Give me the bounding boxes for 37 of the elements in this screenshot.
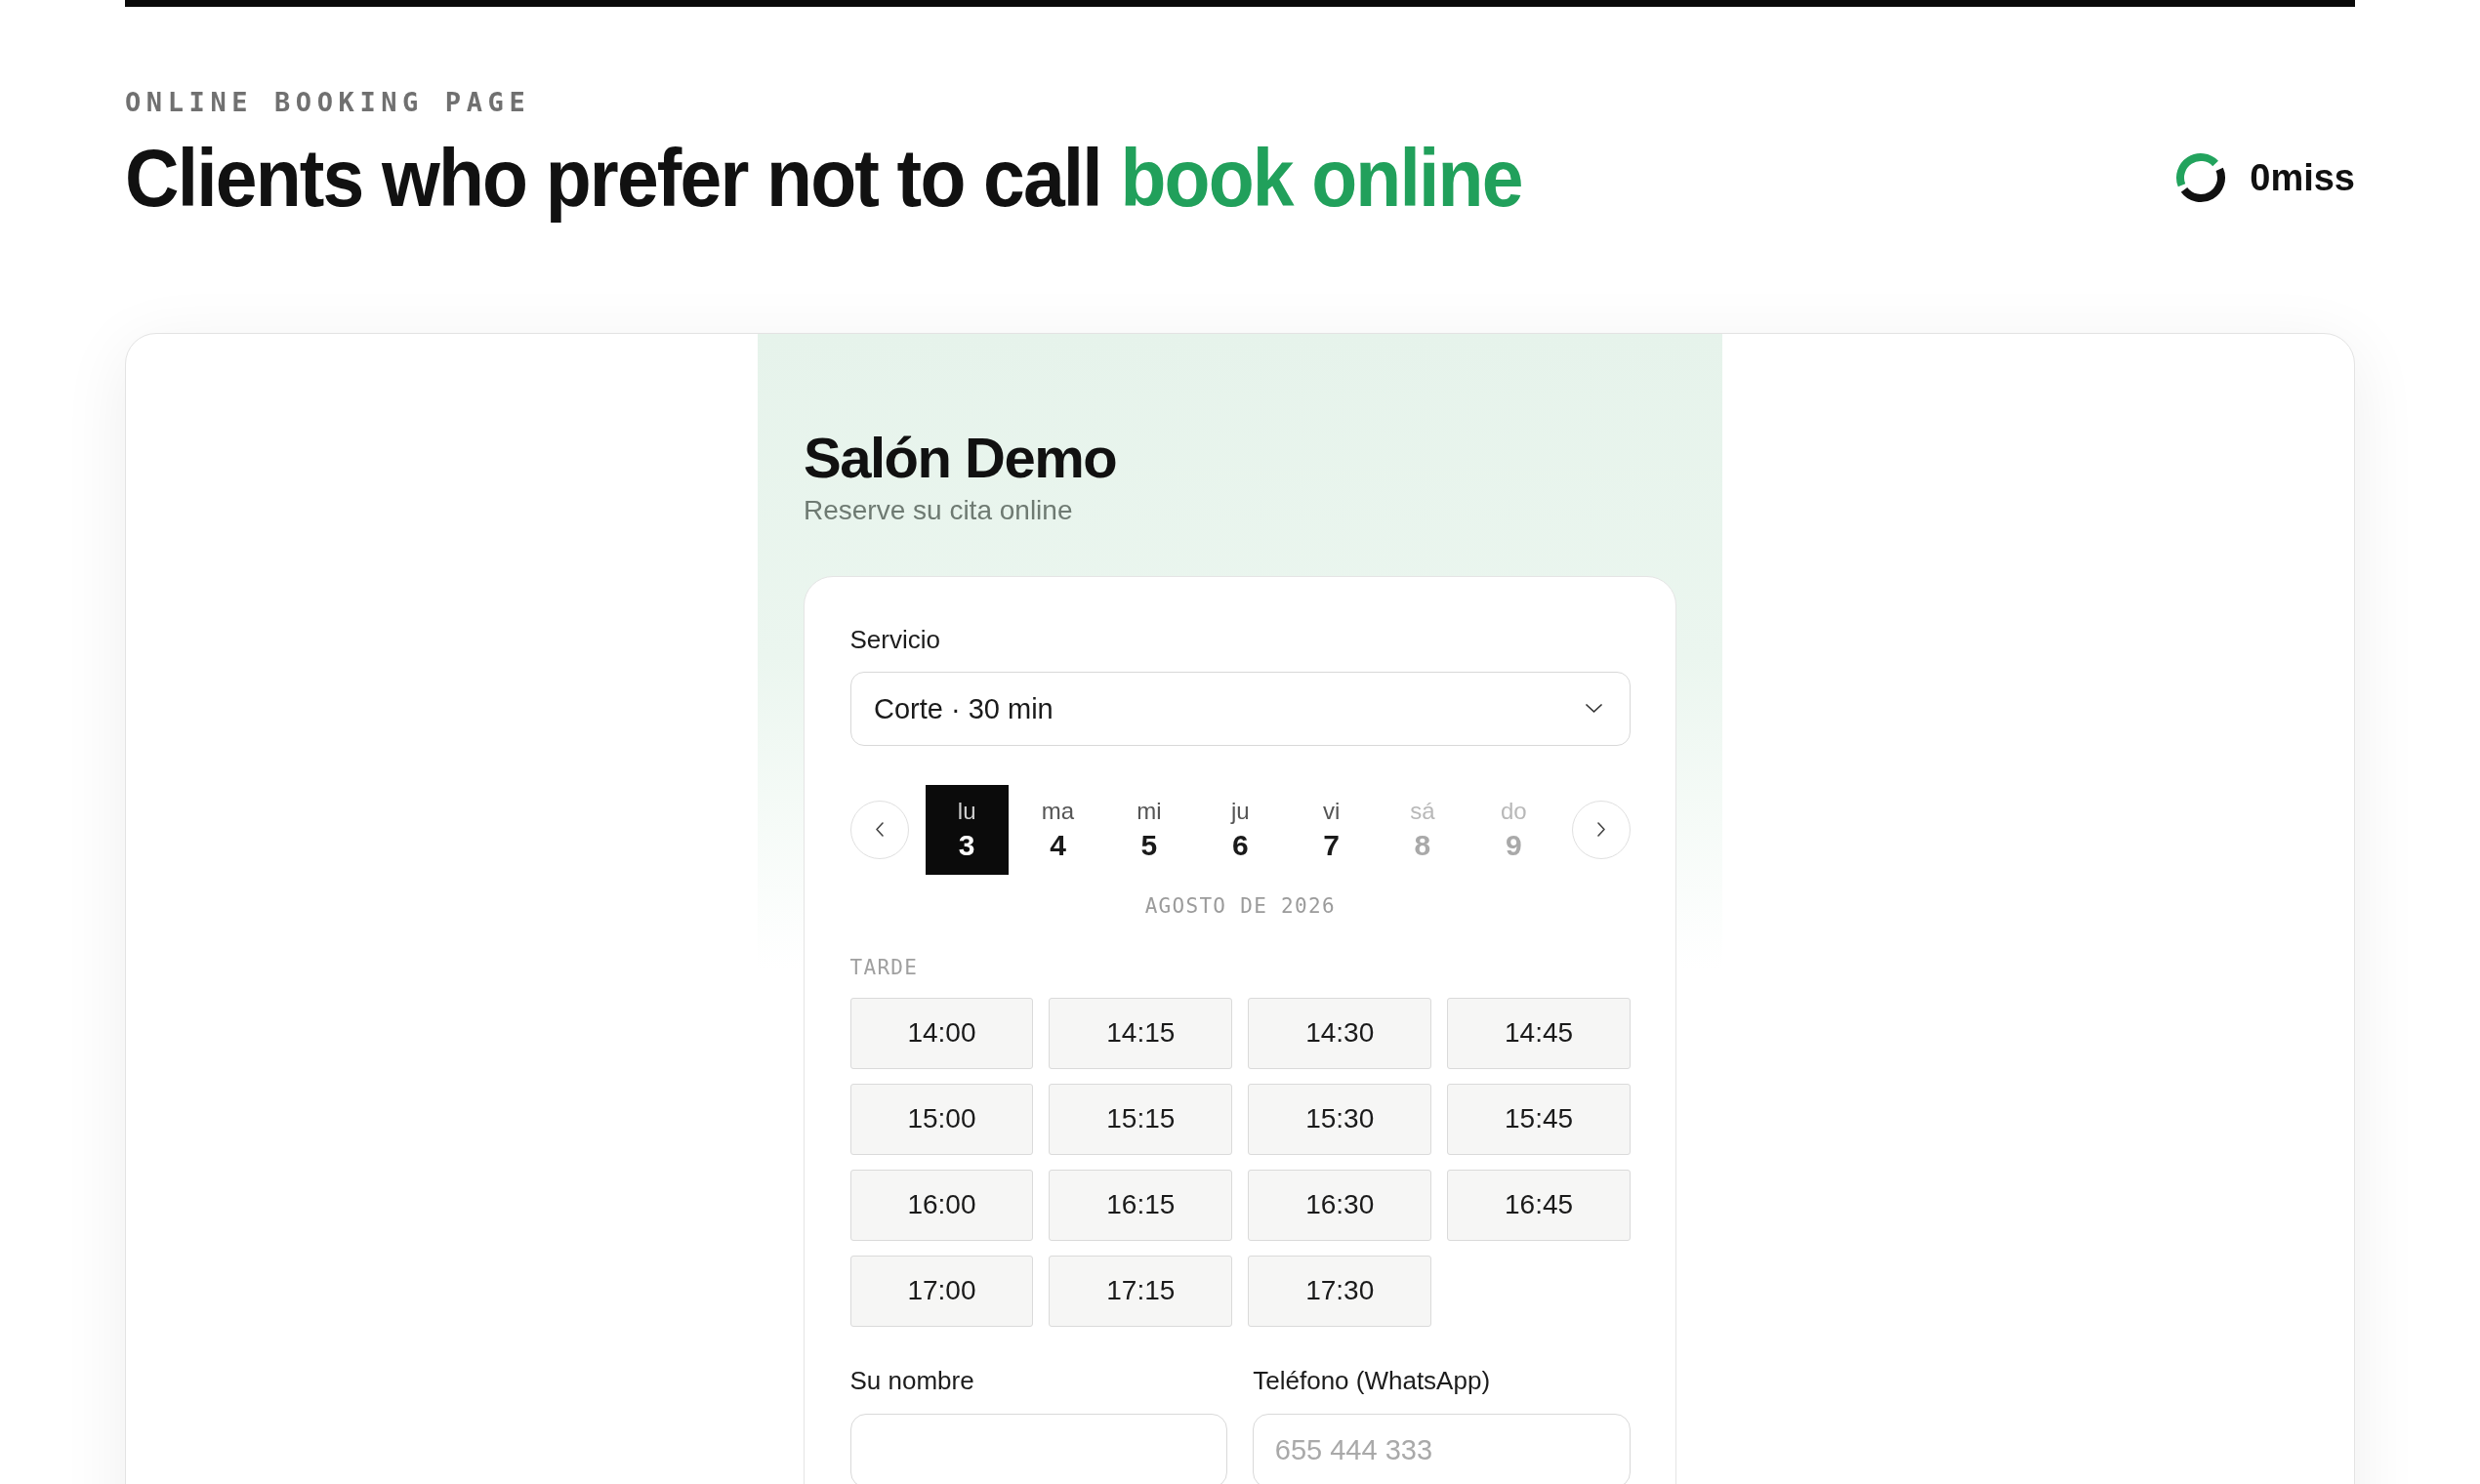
service-label: Servicio xyxy=(849,623,940,656)
time-slot-button[interactable]: 15:30 xyxy=(1248,1083,1432,1155)
time-slot-button[interactable]: 16:45 xyxy=(1447,1169,1631,1241)
time-slot-button[interactable]: 17:30 xyxy=(1248,1255,1432,1327)
eyebrow-label: ONLINE BOOKING PAGE xyxy=(125,86,531,119)
chevron-left-icon xyxy=(875,822,884,837)
day-button[interactable]: ju 6 xyxy=(1198,784,1282,875)
field-label: Teléfono (WhatsApp) xyxy=(1253,1365,1491,1397)
time-slot-button[interactable]: 14:30 xyxy=(1248,997,1432,1069)
time-slot-button[interactable]: 14:00 xyxy=(849,997,1034,1069)
time-slot-button[interactable]: 14:45 xyxy=(1447,997,1631,1069)
headline: Clients who prefer not to call book online xyxy=(125,133,1522,223)
chevron-down-icon xyxy=(1586,704,1602,713)
business-name: Salón Demo xyxy=(804,426,1117,490)
day-button[interactable]: lu 3 xyxy=(925,784,1009,875)
ring-logo-icon xyxy=(2175,152,2227,203)
day-button[interactable]: mi 5 xyxy=(1107,784,1191,875)
chevron-right-icon xyxy=(1597,822,1605,837)
month-label: AGOSTO DE 2026 xyxy=(1144,892,1336,919)
brand-name: 0miss xyxy=(2250,156,2355,199)
time-slot-button[interactable]: 14:15 xyxy=(1049,997,1233,1069)
field-label: Su nombre xyxy=(849,1365,974,1397)
day-button[interactable]: vi 7 xyxy=(1289,784,1374,875)
text-input[interactable] xyxy=(849,1413,1228,1484)
time-slot-button[interactable]: 17:15 xyxy=(1049,1255,1233,1327)
tagline: Reserve su cita online xyxy=(804,494,1073,527)
service-select[interactable]: Corte · 30 min xyxy=(849,671,1631,746)
time-slot-button[interactable]: 16:30 xyxy=(1248,1169,1432,1241)
text-input[interactable]: 655 444 333 xyxy=(1253,1413,1631,1484)
time-slot-button[interactable]: 15:15 xyxy=(1049,1083,1233,1155)
period-label: TARDE xyxy=(849,954,919,980)
time-slot-button[interactable]: 17:00 xyxy=(849,1255,1034,1327)
time-slot-button[interactable]: 16:15 xyxy=(1049,1169,1233,1241)
time-slot-button[interactable]: 16:00 xyxy=(849,1169,1034,1241)
time-slot-button[interactable]: 15:00 xyxy=(849,1083,1034,1155)
day-button[interactable]: ma 4 xyxy=(1015,784,1100,875)
time-slot-button[interactable]: 15:45 xyxy=(1447,1083,1631,1155)
